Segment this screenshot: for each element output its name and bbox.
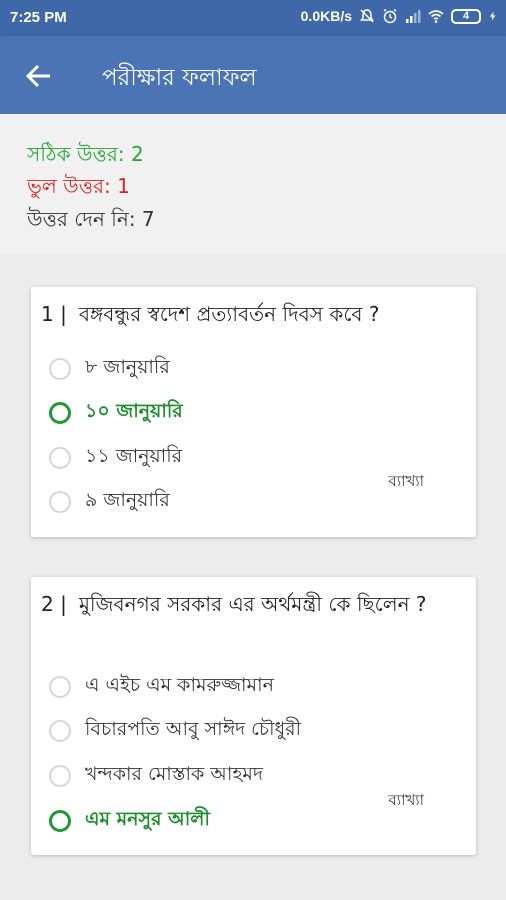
option-item[interactable]: খন্দকার মোস্তাক আহমদ bbox=[49, 761, 263, 791]
question-list[interactable]: 1 | বঙ্গবন্ধুর স্বদেশ প্রত্যাবর্তন দিবস … bbox=[0, 254, 506, 900]
option-label: এম মনসুর আলী bbox=[85, 808, 210, 830]
explain-link[interactable]: ব্যাখ্যা bbox=[388, 789, 424, 814]
radio-button[interactable] bbox=[49, 447, 71, 469]
status-icons: 0.0KB/s 4 bbox=[301, 8, 498, 24]
battery-icon: 4 bbox=[451, 8, 481, 24]
option-label: এ এইচ এম কামরুজ্জামান bbox=[85, 674, 274, 696]
signal-icon bbox=[406, 10, 421, 23]
charging-icon bbox=[489, 11, 496, 21]
unanswered-count: উত্তর দেন নি: 7 bbox=[27, 207, 155, 231]
radio-button[interactable] bbox=[49, 491, 71, 513]
question-text: মুজিবনগর সরকার এর অর্থমন্ত্রী কে ছিলেন ? bbox=[78, 592, 427, 616]
question-card: 2 | মুজিবনগর সরকার এর অর্থমন্ত্রী কে ছিল… bbox=[31, 577, 476, 855]
correct-count: সঠিক উত্তর: 2 bbox=[27, 142, 144, 166]
question-row: 1 | বঙ্গবন্ধুর স্বদেশ প্রত্যাবর্তন দিবস … bbox=[41, 297, 466, 331]
mute-icon bbox=[360, 9, 374, 23]
option-label: ৯ জানুয়ারি bbox=[85, 489, 170, 511]
option-label: বিচারপতি আবু সাঈদ চৌধুরী bbox=[85, 718, 302, 740]
network-speed: 0.0KB/s bbox=[300, 8, 352, 24]
option-label: ৮ জানুয়ারি bbox=[85, 356, 170, 378]
back-arrow-icon[interactable] bbox=[24, 61, 54, 91]
option-item[interactable]: ৮ জানুয়ারি bbox=[49, 354, 170, 384]
status-bar: 7:25 PM 0.0KB/s 4 bbox=[0, 0, 506, 36]
option-label: ১০ জানুয়ারি bbox=[85, 400, 183, 422]
radio-button[interactable] bbox=[49, 765, 71, 787]
option-item[interactable]: ১১ জানুয়ারি bbox=[49, 443, 182, 473]
question-number: 2 | bbox=[41, 592, 67, 616]
alarm-icon bbox=[383, 8, 397, 24]
app-bar: পরীক্ষার ফলাফল bbox=[0, 36, 506, 114]
option-item-correct[interactable]: ১০ জানুয়ারি bbox=[49, 398, 183, 428]
option-item[interactable]: ৯ জানুয়ারি bbox=[49, 487, 170, 517]
option-item[interactable]: বিচারপতি আবু সাঈদ চৌধুরী bbox=[49, 716, 301, 746]
question-card: 1 | বঙ্গবন্ধুর স্বদেশ প্রত্যাবর্তন দিবস … bbox=[31, 287, 476, 537]
question-row: 2 | মুজিবনগর সরকার এর অর্থমন্ত্রী কে ছিল… bbox=[41, 587, 466, 621]
result-summary: সঠিক উত্তর: 2 ভুল উত্তর: 1 উত্তর দেন নি:… bbox=[0, 114, 506, 254]
explain-link[interactable]: ব্যাখ্যা bbox=[388, 470, 424, 495]
wifi-icon bbox=[428, 10, 444, 23]
radio-button[interactable] bbox=[49, 810, 71, 832]
page-title: পরীক্ষার ফলাফল bbox=[102, 65, 257, 91]
option-item[interactable]: এ এইচ এম কামরুজ্জামান bbox=[49, 672, 274, 702]
radio-button[interactable] bbox=[49, 720, 71, 742]
option-label: খন্দকার মোস্তাক আহমদ bbox=[85, 763, 263, 785]
status-time: 7:25 PM bbox=[10, 9, 67, 26]
wrong-count: ভুল উত্তর: 1 bbox=[27, 174, 130, 198]
option-item-correct[interactable]: এম মনসুর আলী bbox=[49, 806, 210, 836]
option-label: ১১ জানুয়ারি bbox=[85, 445, 183, 467]
question-text: বঙ্গবন্ধুর স্বদেশ প্রত্যাবর্তন দিবস কবে … bbox=[78, 302, 380, 326]
question-number: 1 | bbox=[41, 302, 67, 326]
radio-button[interactable] bbox=[49, 402, 71, 424]
radio-button[interactable] bbox=[49, 676, 71, 698]
radio-button[interactable] bbox=[49, 358, 71, 380]
